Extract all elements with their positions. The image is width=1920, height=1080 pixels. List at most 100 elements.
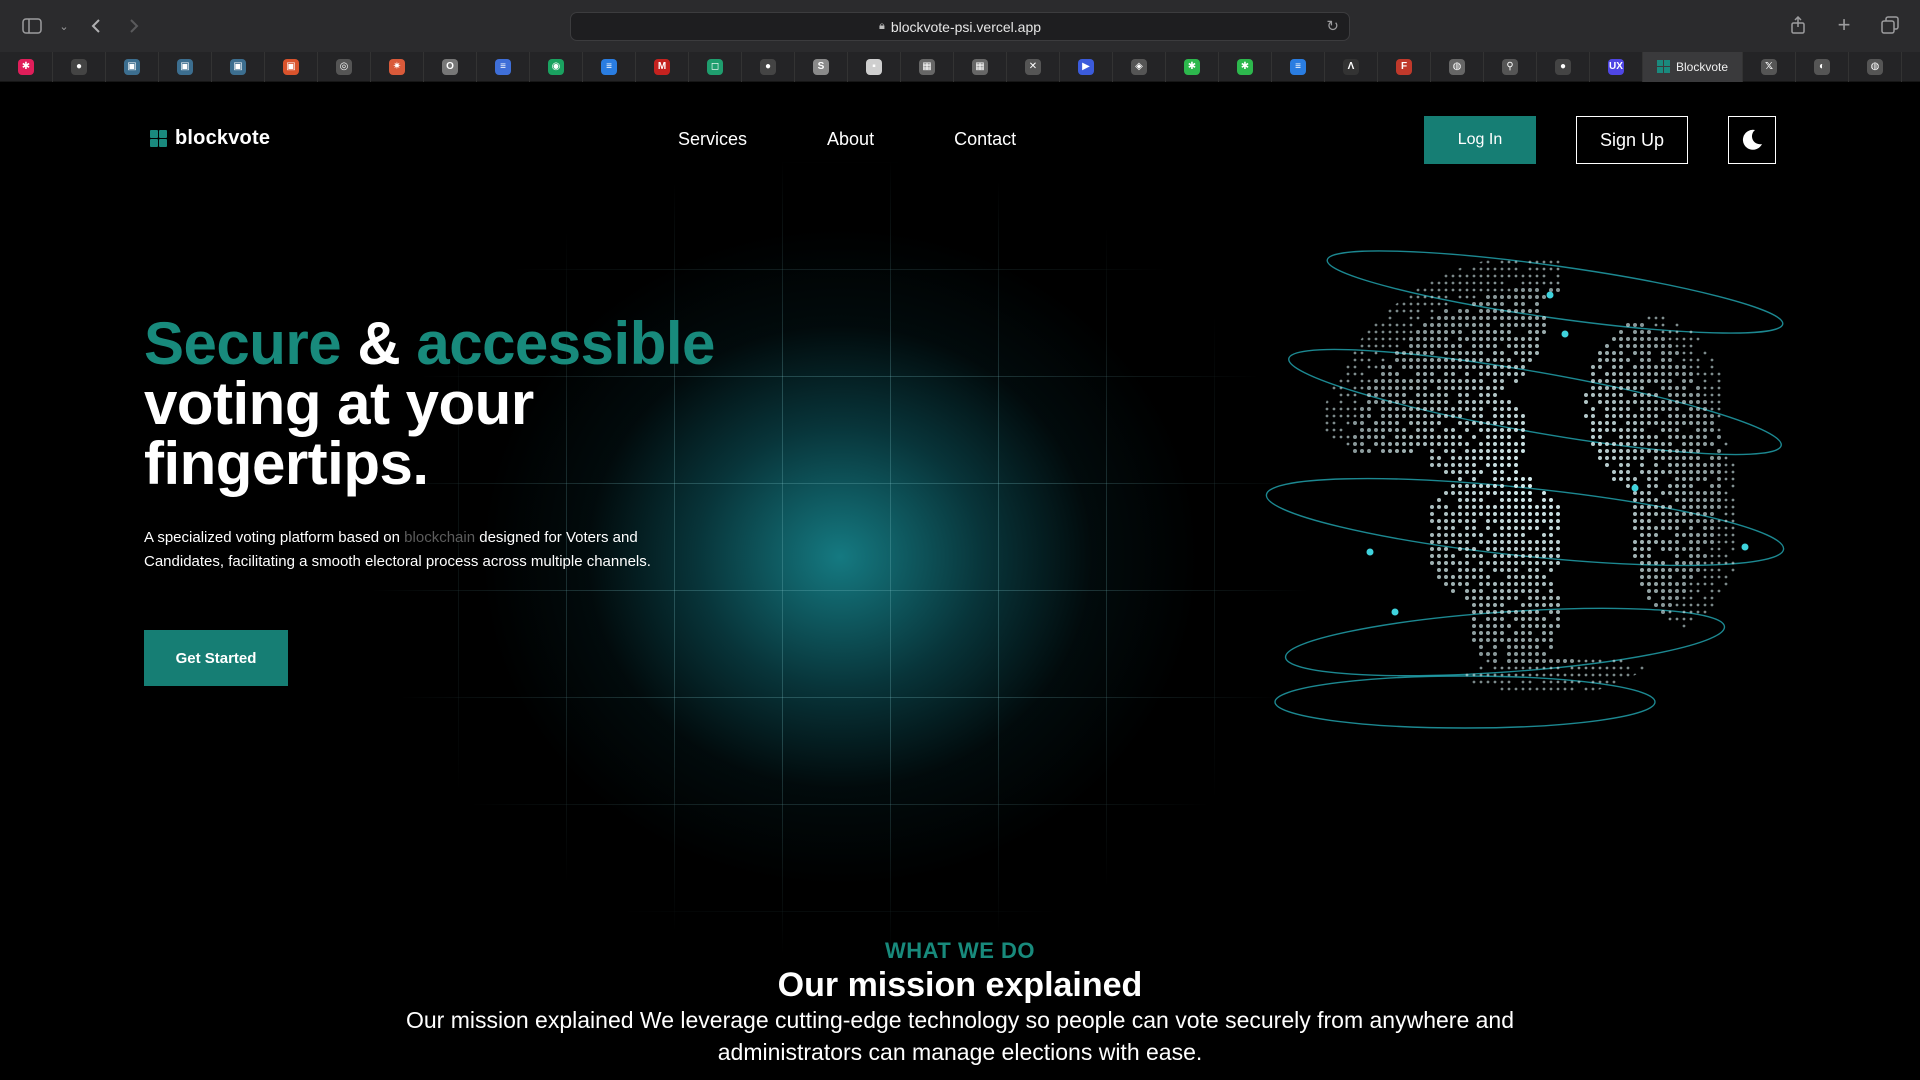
bookmark-item[interactable]: ≡	[477, 51, 530, 82]
bookmark-item[interactable]: ✕	[1007, 51, 1060, 82]
bookmark-item[interactable]: ▣	[265, 51, 318, 82]
bookmark-item[interactable]: O	[424, 51, 477, 82]
bookmark-item[interactable]: ✱	[1219, 51, 1272, 82]
globe-dot	[1696, 365, 1700, 369]
bookmark-item[interactable]: ◉	[530, 51, 583, 82]
globe-dot	[1493, 603, 1497, 607]
globe-dot	[1689, 379, 1693, 383]
globe-dot	[1661, 589, 1665, 593]
globe-dot	[1570, 659, 1574, 663]
address-bar[interactable]: 🔒︎ blockvote-psi.vercel.app ↻	[570, 12, 1350, 41]
site-logo[interactable]: blockvote	[150, 127, 270, 150]
bookmark-item[interactable]: ✱	[0, 51, 53, 82]
nav-link-about[interactable]: About	[827, 129, 874, 150]
bookmark-item[interactable]: F	[1378, 51, 1431, 82]
globe-dot	[1465, 540, 1469, 544]
bookmark-item[interactable]: ▦	[901, 51, 954, 82]
globe-dot	[1654, 393, 1658, 397]
share-icon[interactable]	[1786, 13, 1810, 37]
bookmark-item[interactable]: ◍	[1849, 51, 1902, 82]
globe-dot	[1647, 519, 1651, 523]
globe-dot	[1724, 575, 1728, 579]
bookmark-item[interactable]: ▣	[159, 51, 212, 82]
bookmark-item[interactable]: ✱	[1166, 51, 1219, 82]
globe-dot	[1689, 554, 1693, 558]
globe-dot	[1360, 407, 1364, 411]
nav-link-services[interactable]: Services	[678, 129, 747, 150]
globe-dot	[1514, 498, 1518, 502]
nav-link-contact[interactable]: Contact	[954, 129, 1016, 150]
globe-dot	[1556, 610, 1560, 614]
globe-dot	[1402, 379, 1406, 383]
bookmark-item[interactable]: ✷	[371, 51, 424, 82]
globe-dot	[1710, 428, 1714, 432]
globe-dot	[1507, 344, 1511, 348]
bookmark-item[interactable]: ◎	[318, 51, 371, 82]
globe-dot	[1521, 554, 1525, 558]
globe-dot	[1486, 519, 1490, 523]
reload-icon[interactable]: ↻	[1326, 17, 1339, 35]
globe-dot	[1465, 589, 1469, 593]
get-started-button[interactable]: Get Started	[144, 630, 288, 686]
lines-icon: ≡	[1290, 58, 1306, 75]
globe-dot	[1465, 498, 1469, 502]
globe-dot	[1731, 484, 1735, 488]
globe-dot	[1682, 582, 1686, 586]
bookmark-item[interactable]: ▪	[848, 51, 901, 82]
globe-dot	[1521, 337, 1525, 341]
new-tab-icon[interactable]: +	[1832, 12, 1856, 37]
bookmark-item[interactable]: ◻	[689, 51, 742, 82]
globe-dot	[1493, 267, 1497, 271]
globe-dot	[1549, 596, 1553, 600]
bookmark-item[interactable]: Λ	[1325, 51, 1378, 82]
globe-dot	[1486, 386, 1490, 390]
globe-dot	[1465, 484, 1469, 488]
globe-dot	[1710, 533, 1714, 537]
bookmark-item[interactable]: ≡	[583, 51, 636, 82]
bookmark-item[interactable]: S	[795, 51, 848, 82]
login-button[interactable]: Log In	[1424, 116, 1536, 164]
globe-dot	[1633, 435, 1637, 439]
bookmark-item[interactable]: ▣	[212, 51, 265, 82]
globe-dot	[1395, 358, 1399, 362]
bookmark-item[interactable]: ▶	[1060, 51, 1113, 82]
tab-overview-icon[interactable]	[1878, 13, 1902, 37]
signup-button[interactable]: Sign Up	[1576, 116, 1688, 164]
globe-dot	[1493, 400, 1497, 404]
globe-dot	[1542, 673, 1546, 677]
globe-dot	[1703, 414, 1707, 418]
globe-dot	[1717, 379, 1721, 383]
globe-dot	[1696, 449, 1700, 453]
chevron-down-icon[interactable]: ⌄	[58, 14, 70, 38]
bookmark-item[interactable]: ●	[1537, 51, 1590, 82]
globe-dot	[1353, 400, 1357, 404]
globe-dot	[1514, 295, 1518, 299]
globe-dot	[1710, 596, 1714, 600]
globe-dot	[1381, 379, 1385, 383]
forward-icon[interactable]	[122, 14, 146, 38]
bookmark-item[interactable]: ≡	[1272, 51, 1325, 82]
bookmark-item[interactable]: ◈	[1113, 51, 1166, 82]
active-tab[interactable]: Blockvote	[1643, 51, 1743, 82]
bookmark-item[interactable]: ▣	[106, 51, 159, 82]
bookmark-item[interactable]: ⚲	[1484, 51, 1537, 82]
site-navbar: blockvote Services About Contact Log In …	[0, 82, 1920, 192]
back-icon[interactable]	[84, 14, 108, 38]
github-icon: ●	[71, 58, 87, 75]
globe-dot	[1381, 400, 1385, 404]
globe-dot	[1500, 449, 1504, 453]
theme-toggle-button[interactable]	[1728, 116, 1776, 164]
globe-dot	[1556, 554, 1560, 558]
bookmark-item[interactable]: ◐	[1796, 51, 1849, 82]
bookmark-item[interactable]: UX	[1590, 51, 1643, 82]
globe-dot	[1640, 442, 1644, 446]
sidebar-toggle-icon[interactable]	[20, 14, 44, 38]
bookmark-item[interactable]: ◍	[1431, 51, 1484, 82]
bookmark-item[interactable]: ●	[53, 51, 106, 82]
bookmark-item[interactable]: ▦	[954, 51, 1007, 82]
bookmark-item[interactable]: M	[636, 51, 689, 82]
globe-dot	[1416, 442, 1420, 446]
bookmark-item[interactable]: 𝕏	[1743, 51, 1796, 82]
bookmark-item[interactable]: ●	[742, 51, 795, 82]
globe-dot	[1710, 400, 1714, 404]
